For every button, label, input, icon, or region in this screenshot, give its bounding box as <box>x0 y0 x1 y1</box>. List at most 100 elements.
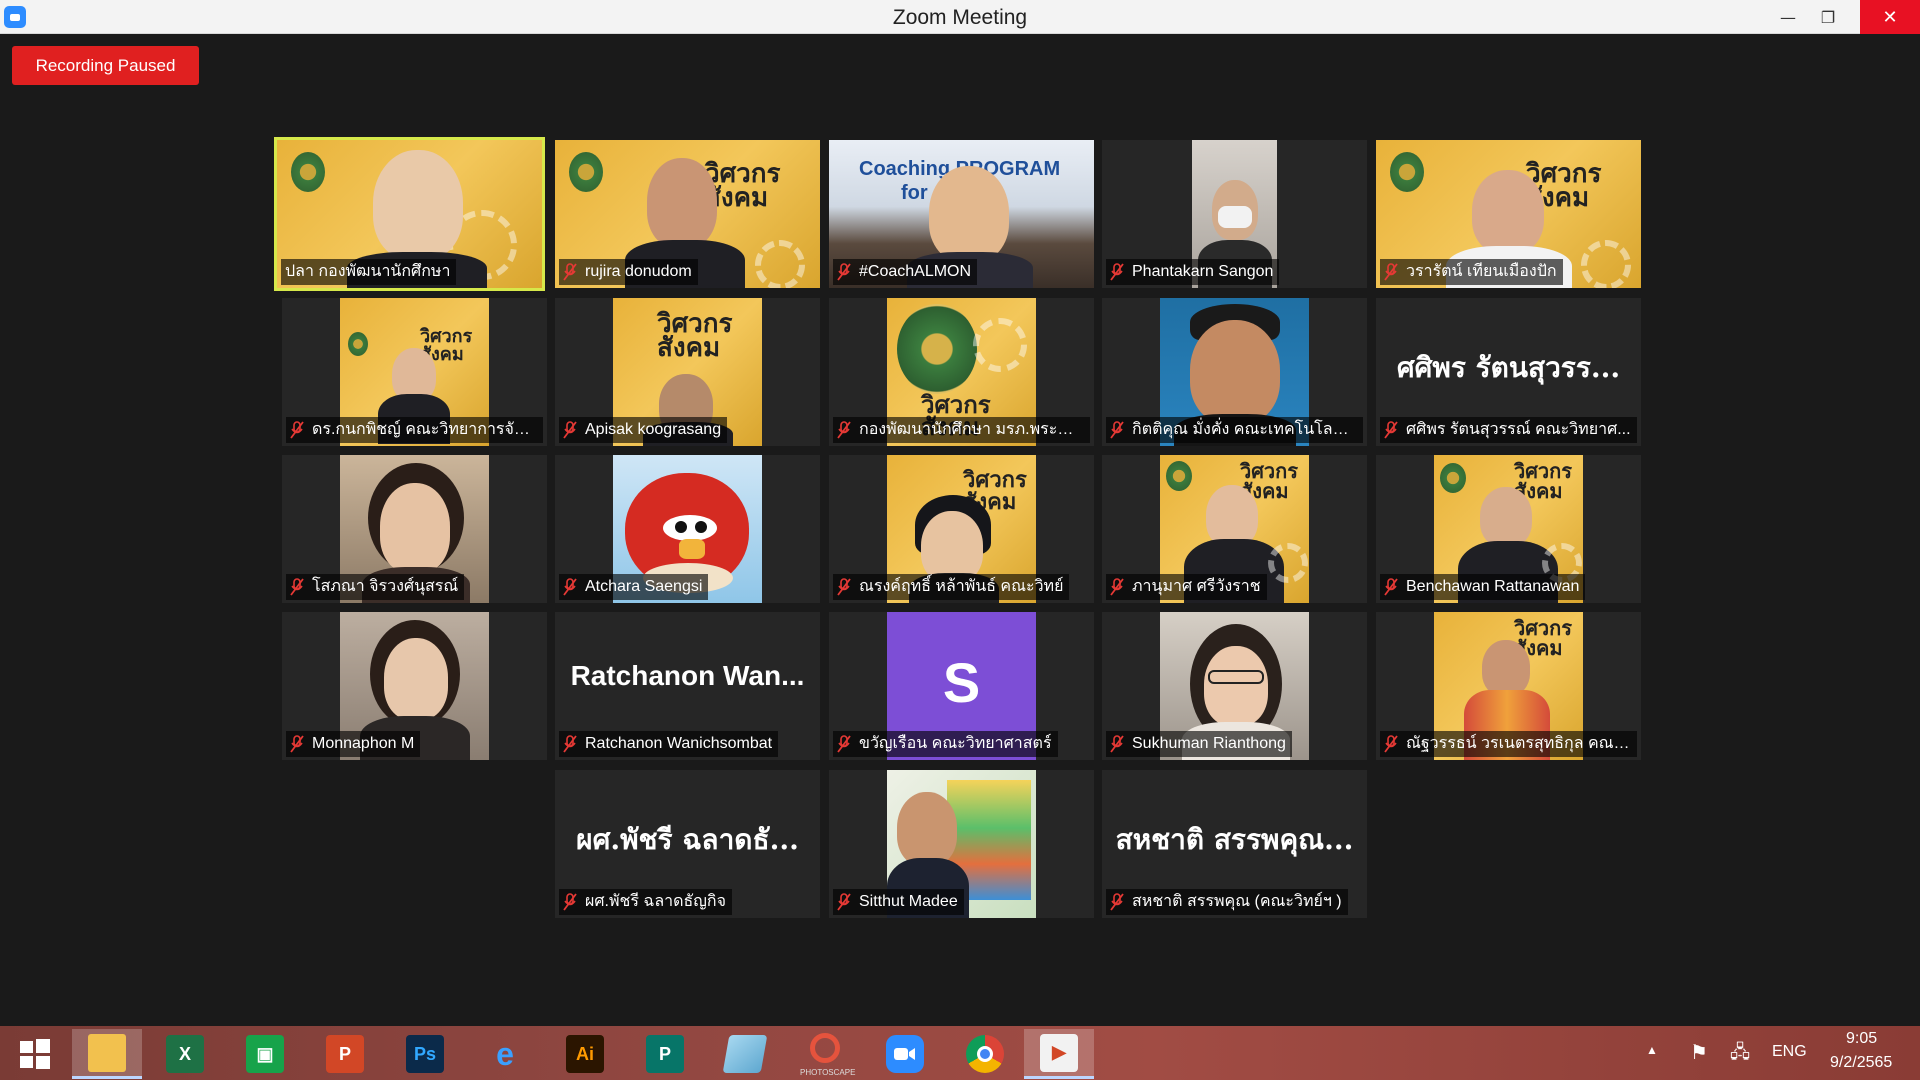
participant-display-name: Ratchanon Wan... <box>570 660 805 691</box>
recording-paused-badge[interactable]: Recording Paused <box>12 46 199 85</box>
language-indicator[interactable]: ENG <box>1772 1043 1807 1061</box>
taskbar-illustrator[interactable]: Ai <box>550 1029 620 1079</box>
muted-mic-icon <box>563 263 577 281</box>
participant-name-label: กองพัฒนานักศึกษา มรภ.พระนคร <box>833 417 1090 443</box>
muted-mic-icon <box>837 893 851 911</box>
participant-tile[interactable]: วิศวกรสังคม ณัฐวรรธน์ วรเนตรสุทธิกุล คณะ… <box>1376 612 1641 760</box>
participant-tile[interactable]: วิศวกรสังคม Benchawan Rattanawan <box>1376 455 1641 603</box>
taskbar-zoom[interactable] <box>870 1029 940 1079</box>
participant-name-label: Apisak koograsang <box>559 417 728 443</box>
internet-explorer-icon: e <box>496 1035 514 1072</box>
excel-icon: X <box>166 1035 204 1073</box>
participant-tile[interactable]: Sukhuman Rianthong <box>1102 612 1367 760</box>
participant-name-label: ศศิพร รัตนสุวรรณ์ คณะวิทยาศ... <box>1380 417 1637 443</box>
participant-name-label: Phantakarn Sangon <box>1106 259 1280 285</box>
participant-name-label: Ratchanon Wanichsombat <box>559 731 779 757</box>
taskbar-powerpoint[interactable]: P <box>310 1029 380 1079</box>
clock-time[interactable]: 9:05 <box>1846 1030 1877 1048</box>
participant-tile[interactable]: ปลา กองพัฒนานักศึกษา <box>274 137 545 291</box>
participant-tile[interactable]: Sitthut Madee <box>829 770 1094 918</box>
close-button[interactable]: ✕ <box>1860 0 1920 34</box>
muted-mic-icon <box>563 893 577 911</box>
participant-name-label: Atchara Saengsi <box>559 574 709 600</box>
participant-name-label: ณัฐวรรธน์ วรเนตรสุทธิกุล คณะเ... <box>1380 731 1637 757</box>
participant-tile[interactable]: Ratchanon Wan... Ratchanon Wanichsombat <box>555 612 820 760</box>
notepad-icon <box>722 1035 768 1073</box>
start-button[interactable] <box>0 1029 70 1079</box>
muted-mic-icon <box>1110 263 1124 281</box>
taskbar-excel[interactable]: X <box>150 1029 220 1079</box>
participant-tile[interactable]: กิตติคุณ มั่งคั่ง คณะเทคโนโลยีอุ... <box>1102 298 1367 446</box>
taskbar-photoscape[interactable]: PHOTOSCAPE <box>790 1029 860 1079</box>
muted-mic-icon <box>563 578 577 596</box>
participant-tile[interactable]: ศศิพร รัตนสุวรร... ศศิพร รัตนสุวรรณ์ คณะ… <box>1376 298 1641 446</box>
muted-mic-icon <box>290 421 304 439</box>
network-icon[interactable]: 🖧 <box>1730 1040 1750 1070</box>
taskbar-chrome[interactable] <box>950 1029 1020 1079</box>
participant-name-label: Benchawan Rattanawan <box>1380 574 1586 600</box>
participant-name-label: วรารัตน์ เทียนเมืองปัก <box>1380 259 1563 285</box>
participant-tile[interactable]: วิศวกรสังคม กองพัฒนานักศึกษา มรภ.พระนคร <box>829 298 1094 446</box>
clock-date[interactable]: 9/2/2565 <box>1830 1054 1892 1072</box>
folder-icon <box>88 1033 126 1072</box>
zoom-icon <box>886 1035 924 1073</box>
photoscape-icon: PHOTOSCAPE <box>800 1031 855 1077</box>
muted-mic-icon <box>837 421 851 439</box>
participant-tile[interactable]: ผศ.พัชรี ฉลาดธั... ผศ.พัชรี ฉลาดธัญกิจ <box>555 770 820 918</box>
participant-tile[interactable]: วิศวกรสังคม ดร.กนกพิชญ์ คณะวิทยาการจัด..… <box>282 298 547 446</box>
participant-tile[interactable]: Atchara Saengsi <box>555 455 820 603</box>
participant-tile[interactable]: วิศวกรสังคม ณรงค์ฤทธิ์ หล้าพันธ์ คณะวิทย… <box>829 455 1094 603</box>
participant-display-name: ผศ.พัชรี ฉลาดธั... <box>576 823 799 856</box>
participant-name-label: สหชาติ สรรพคุณ (คณะวิทย์ฯ ) <box>1106 889 1348 915</box>
participant-name-label: Monnaphon M <box>286 731 421 757</box>
participant-display-name: สหชาติ สรรพคุณ... <box>1115 823 1354 856</box>
participant-name-label: #CoachALMON <box>833 259 978 285</box>
taskbar-file-explorer[interactable] <box>72 1029 142 1079</box>
participant-display-name: ศศิพร รัตนสุวรร... <box>1396 351 1621 384</box>
participant-name-label: ภานุมาศ ศรีวังราช <box>1106 574 1267 600</box>
participant-name-label: Sukhuman Rianthong <box>1106 731 1292 757</box>
participant-tile[interactable]: วิศวกรสังคม ภานุมาศ ศรีวังราช <box>1102 455 1367 603</box>
participant-name-label: ผศ.พัชรี ฉลาดธัญกิจ <box>559 889 732 915</box>
meeting-gallery: Recording Paused ปลา กองพัฒนานักศึกษา วิ… <box>0 34 1920 1026</box>
participant-tile[interactable]: วิศวกรสังคม วรารัตน์ เทียนเมืองปัก <box>1376 140 1641 288</box>
title-bar: Zoom Meeting — ❐ ✕ <box>0 0 1920 34</box>
muted-mic-icon <box>1110 421 1124 439</box>
participant-tile[interactable]: Monnaphon M <box>282 612 547 760</box>
participant-tile[interactable]: วิศวกรสังคม rujira donudom <box>555 140 820 288</box>
participant-tile[interactable]: สหชาติ สรรพคุณ... สหชาติ สรรพคุณ (คณะวิท… <box>1102 770 1367 918</box>
taskbar-publisher[interactable]: P <box>630 1029 700 1079</box>
participant-tile[interactable]: S ขวัญเรือน คณะวิทยาศาสตร์ <box>829 612 1094 760</box>
participant-name-label: ดร.กนกพิชญ์ คณะวิทยาการจัด... <box>286 417 543 443</box>
taskbar-notepad[interactable] <box>710 1029 780 1079</box>
participant-name-label: Sitthut Madee <box>833 889 964 915</box>
muted-mic-icon <box>1384 735 1398 753</box>
muted-mic-icon <box>1110 893 1124 911</box>
taskbar-photoshop[interactable]: Ps <box>390 1029 460 1079</box>
action-center-flag-icon[interactable]: ⚑ <box>1690 1040 1708 1065</box>
taskbar-store[interactable]: ▣ <box>230 1029 300 1079</box>
participant-tile[interactable]: โสภณา จิรวงศ์นุสรณ์ <box>282 455 547 603</box>
powerpoint-icon: P <box>326 1035 364 1073</box>
windows-logo-icon <box>20 1039 50 1069</box>
muted-mic-icon <box>1384 263 1398 281</box>
participant-name-label: rujira donudom <box>559 259 698 285</box>
muted-mic-icon <box>1110 735 1124 753</box>
muted-mic-icon <box>290 578 304 596</box>
publisher-icon: P <box>646 1035 684 1073</box>
participant-name-label: ณรงค์ฤทธิ์ หล้าพันธ์ คณะวิทย์ <box>833 574 1070 600</box>
taskbar-ppt-viewer[interactable]: ▶ <box>1024 1029 1094 1079</box>
participant-tile[interactable]: Coaching PROGRAM for #CoachALMON <box>829 140 1094 288</box>
show-hidden-icons-button[interactable]: ▲ <box>1646 1043 1658 1057</box>
maximize-button[interactable]: ❐ <box>1805 0 1851 34</box>
muted-mic-icon <box>1384 578 1398 596</box>
photoshop-icon: Ps <box>406 1035 444 1073</box>
taskbar: X ▣ P Ps e Ai P PHOTOSCAPE ▶ ▲ ⚑ � <box>0 1026 1920 1080</box>
muted-mic-icon <box>1384 421 1398 439</box>
participant-name-label: กิตติคุณ มั่งคั่ง คณะเทคโนโลยีอุ... <box>1106 417 1363 443</box>
taskbar-internet-explorer[interactable]: e <box>470 1029 540 1079</box>
participant-name-label: โสภณา จิรวงศ์นุสรณ์ <box>286 574 465 600</box>
window-title: Zoom Meeting <box>892 6 1028 29</box>
participant-tile[interactable]: Phantakarn Sangon <box>1102 140 1367 288</box>
participant-tile[interactable]: วิศวกรสังคม Apisak koograsang <box>555 298 820 446</box>
